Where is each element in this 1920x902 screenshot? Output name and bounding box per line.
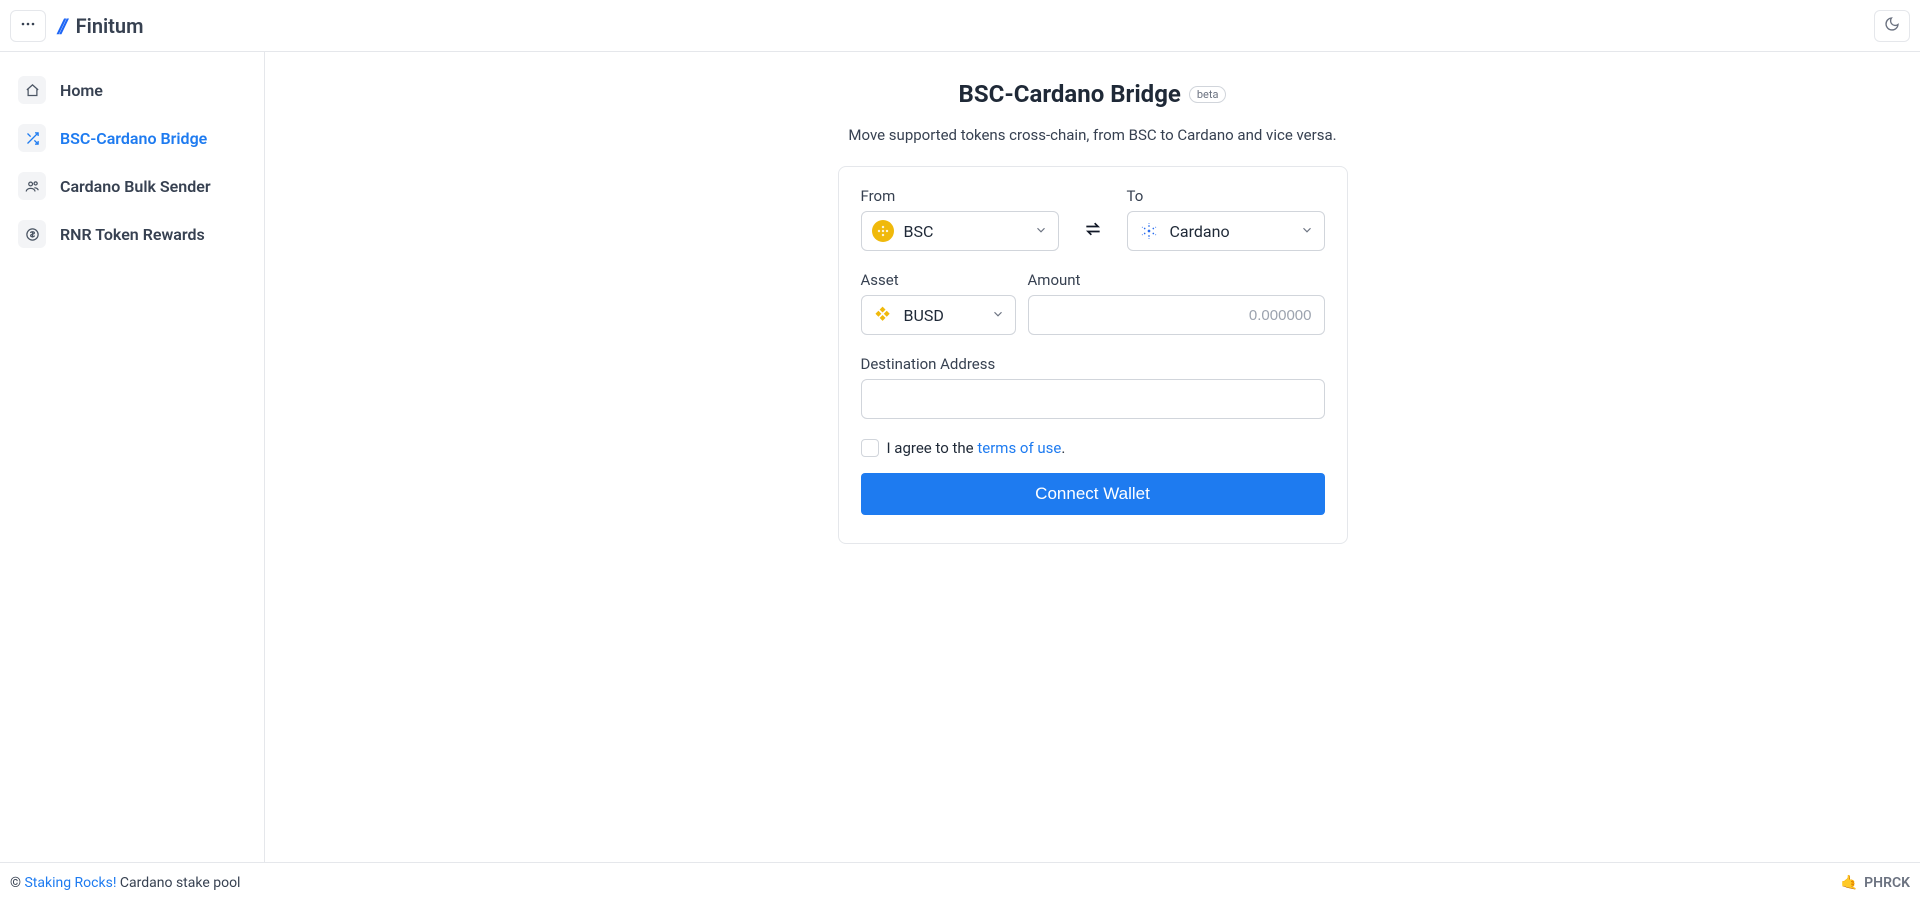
- sidebar-item-label: Cardano Bulk Sender: [60, 177, 211, 196]
- to-col: To Cardano: [1127, 187, 1325, 251]
- footer-left: © Staking Rocks! Cardano stake pool: [10, 875, 240, 891]
- dollar-icon: [18, 220, 46, 248]
- menu-button[interactable]: [10, 10, 46, 42]
- terms-link[interactable]: terms of use: [977, 439, 1061, 457]
- asset-value: BUSD: [904, 306, 981, 325]
- sidebar-item-label: RNR Token Rewards: [60, 225, 205, 244]
- pool-ticker: PHRCK: [1864, 875, 1910, 891]
- swap-icon: [1083, 219, 1103, 243]
- to-select[interactable]: Cardano: [1127, 211, 1325, 251]
- chevron-down-icon: [991, 306, 1005, 325]
- header: // Finitum: [0, 0, 1920, 52]
- agree-text: I agree to the terms of use.: [887, 439, 1066, 457]
- cardano-icon: [1138, 220, 1160, 242]
- shuffle-icon: [18, 124, 46, 152]
- page-title: BSC-Cardano Bridge: [959, 80, 1181, 108]
- asset-select[interactable]: BUSD: [861, 295, 1016, 335]
- from-value: BSC: [904, 222, 1024, 241]
- dest-label: Destination Address: [861, 355, 1325, 373]
- to-value: Cardano: [1170, 222, 1290, 241]
- swap-button[interactable]: [1075, 211, 1111, 251]
- asset-col: Asset BUSD: [861, 271, 1016, 335]
- header-left: // Finitum: [10, 10, 143, 42]
- connect-wallet-button[interactable]: Connect Wallet: [861, 473, 1325, 515]
- staking-rocks-link[interactable]: Staking Rocks!: [24, 875, 116, 891]
- hand-icon: 🤙: [1841, 875, 1858, 891]
- sidebar: Home BSC-Cardano Bridge Cardano Bulk Sen…: [0, 52, 265, 862]
- sidebar-item-label: Home: [60, 81, 103, 100]
- title-row: BSC-Cardano Bridge beta: [959, 80, 1227, 108]
- body: Home BSC-Cardano Bridge Cardano Bulk Sen…: [0, 52, 1920, 862]
- logo-icon: //: [58, 14, 66, 38]
- footer: © Staking Rocks! Cardano stake pool 🤙 PH…: [0, 862, 1920, 902]
- sidebar-item-bulk-sender[interactable]: Cardano Bulk Sender: [10, 164, 254, 208]
- to-label: To: [1127, 187, 1325, 205]
- from-label: From: [861, 187, 1059, 205]
- brand[interactable]: // Finitum: [58, 14, 143, 38]
- sidebar-item-label: BSC-Cardano Bridge: [60, 129, 207, 148]
- bridge-card: From BSC: [838, 166, 1348, 544]
- chain-row: From BSC: [861, 187, 1325, 251]
- amount-input[interactable]: [1028, 295, 1325, 335]
- theme-toggle-button[interactable]: [1874, 10, 1910, 42]
- busd-icon: [872, 304, 894, 326]
- chevron-down-icon: [1300, 222, 1314, 241]
- home-icon: [18, 76, 46, 104]
- sidebar-item-home[interactable]: Home: [10, 68, 254, 112]
- beta-badge: beta: [1189, 86, 1227, 103]
- users-icon: [18, 172, 46, 200]
- from-col: From BSC: [861, 187, 1059, 251]
- amount-col: Amount: [1028, 271, 1325, 335]
- footer-right: 🤙 PHRCK: [1841, 875, 1910, 891]
- app-name: Finitum: [76, 14, 144, 38]
- page-subtitle: Move supported tokens cross-chain, from …: [848, 126, 1336, 144]
- agree-row: I agree to the terms of use.: [861, 439, 1325, 457]
- dest-col: Destination Address: [861, 355, 1325, 419]
- sidebar-item-rewards[interactable]: RNR Token Rewards: [10, 212, 254, 256]
- sidebar-item-bridge[interactable]: BSC-Cardano Bridge: [10, 116, 254, 160]
- agree-checkbox[interactable]: [861, 439, 879, 457]
- bsc-icon: [872, 220, 894, 242]
- amount-label: Amount: [1028, 271, 1325, 289]
- destination-address-input[interactable]: [861, 379, 1325, 419]
- asset-label: Asset: [861, 271, 1016, 289]
- asset-amount-row: Asset BUSD Amount: [861, 271, 1325, 335]
- moon-icon: [1884, 16, 1900, 35]
- chevron-down-icon: [1034, 222, 1048, 241]
- from-select[interactable]: BSC: [861, 211, 1059, 251]
- ellipsis-icon: [20, 16, 36, 35]
- main: BSC-Cardano Bridge beta Move supported t…: [265, 52, 1920, 862]
